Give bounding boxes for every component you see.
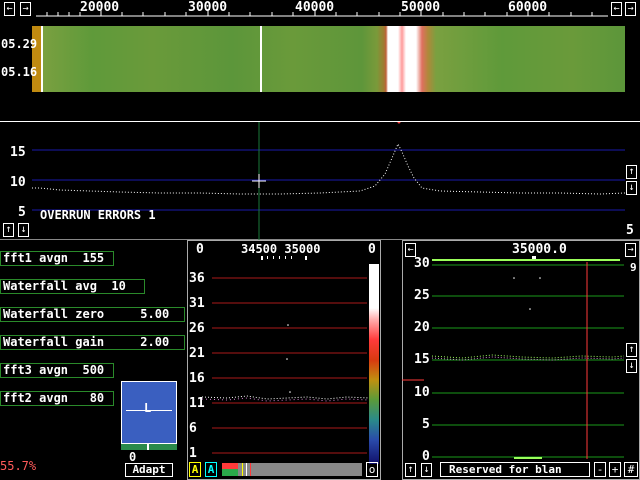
spectrum-y-label: 10 [10,175,26,190]
spectrum-down-button[interactable]: ↓ [18,223,29,237]
highres-y-label: 0 [422,449,430,464]
waterfall-time-label: 05.16 [1,65,38,79]
waterfall-display[interactable] [32,26,625,92]
spectrum-up-button-right[interactable]: ↑ [626,165,637,179]
scale-tick-label: 60000 [508,0,548,15]
scale-tick-label: 40000 [295,0,335,15]
waterfall-zero-param[interactable]: Waterfall zero 5.00 [0,307,185,322]
highres-bottom-down-button[interactable]: ↓ [421,463,432,477]
baseband-plot[interactable] [187,254,381,470]
highres-up-button[interactable]: ↑ [626,343,637,357]
spectrum-plot[interactable] [0,122,640,240]
baseband-slider-green [222,469,238,476]
baseband-y-label: 1 [189,446,197,461]
agc-button-a1[interactable]: A [189,462,201,477]
fft2-avgn-param[interactable]: fft2 avgn 80 [0,391,114,406]
plus-button[interactable]: + [609,462,621,477]
waterfall-marker [41,26,43,92]
fft1-avgn-param[interactable]: fft1 avgn 155 [0,251,114,266]
s-meter[interactable]: L [121,381,177,444]
highres-y-label: 15 [414,352,430,367]
highres-plot[interactable] [402,254,640,476]
highres-y-label: 20 [414,320,430,335]
baseband-y-label: 16 [189,371,205,386]
scale-tick-label: 50000 [401,0,441,15]
spectrum-y-label: 5 [18,205,26,220]
scale-tick-label: 30000 [188,0,228,15]
adapt-button[interactable]: Adapt [125,463,173,477]
fft3-avgn-param[interactable]: fft3 avgn 500 [0,363,114,378]
baseband-slider-mark [246,463,247,476]
highres-y-label: 25 [414,288,430,303]
baseband-y-label: 6 [189,421,197,436]
highres-down-button[interactable]: ↓ [626,359,637,373]
baseband-y-label: 11 [189,396,205,411]
waterfall-gain-param[interactable]: Waterfall gain 2.00 [0,335,185,350]
waterfall-avg-param[interactable]: Waterfall avg 10 [0,279,145,294]
overrun-message: OVERRUN ERRORS 1 [40,208,156,222]
s-meter-bar-marker [147,444,149,450]
highres-y-label: 5 [422,417,430,432]
highres-bottom-up-button[interactable]: ↑ [405,463,416,477]
highres-y-label: 10 [414,385,430,400]
highres-y-label: 30 [414,256,430,271]
spectrum-y-label: 15 [10,145,26,160]
s-meter-label: L [144,401,152,415]
agc-button-a2[interactable]: A [205,462,217,477]
baseband-slider[interactable] [222,463,362,476]
spectrum-up-button[interactable]: ↑ [3,223,14,237]
spectrum-corner-value: 5 [626,223,634,238]
hash-button[interactable]: # [624,462,638,477]
baseband-y-label: 36 [189,271,205,286]
reserved-text-field: Reserved for blan [440,462,590,477]
baseband-y-label: 31 [189,296,205,311]
scale-tick-label: 20000 [80,0,120,15]
baseband-slider-mark [250,463,251,476]
waterfall-cursor [260,26,262,92]
baseband-y-label: 26 [189,321,205,336]
cpu-load-percent: 55.7% [0,459,37,473]
s-meter-value: 0 [129,450,137,464]
baseband-y-label: 21 [189,346,205,361]
minus-button[interactable]: - [594,462,606,477]
baseband-slider-mark [242,463,243,476]
spectrum-down-button-right[interactable]: ↓ [626,181,637,195]
waterfall-time-label: 05.29 [1,37,38,51]
baseband-o-button[interactable]: o [366,462,378,477]
